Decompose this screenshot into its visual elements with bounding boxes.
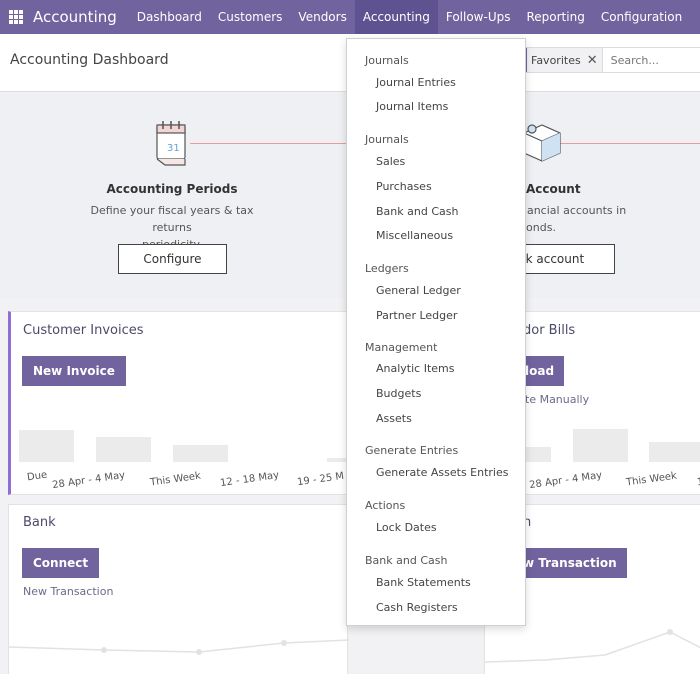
menu-item-journal-entries[interactable]: Journal Entries (376, 76, 456, 89)
nav-configuration[interactable]: Configuration (593, 0, 690, 34)
calendar-icon: 31 (156, 121, 186, 166)
create-manually-link[interactable]: te Manually (525, 393, 589, 406)
bank-balance-graph (9, 639, 349, 655)
new-transaction-link[interactable]: New Transaction (23, 585, 113, 598)
accounting-dropdown-menu: Journals Journal Entries Journal Items J… (346, 38, 526, 626)
x-tick-label: 28 Apr - 4 May (528, 469, 603, 492)
progress-connector-line (560, 143, 700, 144)
x-tick-label: 19 - 25 M (296, 470, 345, 489)
step-description-line: Define your fiscal years & tax returns (90, 204, 254, 234)
x-tick-label: 28 Apr - 4 May (51, 469, 126, 492)
step-title: Account (526, 182, 581, 196)
step-description: nancial accounts in conds. (520, 202, 640, 236)
x-tick-label: 12 - 18 May (219, 469, 280, 490)
chart-bar-due[interactable] (19, 430, 74, 462)
chart-bar-this-week[interactable] (173, 445, 228, 462)
nav-vendors[interactable]: Vendors (290, 0, 354, 34)
card-title[interactable]: dor Bills (523, 323, 575, 338)
progress-connector-line (190, 143, 346, 144)
menu-item-budgets[interactable]: Budgets (376, 387, 421, 400)
menu-item-miscellaneous[interactable]: Miscellaneous (376, 229, 453, 242)
menu-item-assets[interactable]: Assets (376, 412, 412, 425)
menu-header-bank-and-cash: Bank and Cash (365, 554, 448, 567)
page-title: Accounting Dashboard (10, 52, 169, 68)
menu-item-analytic-items[interactable]: Analytic Items (376, 362, 455, 375)
nav-reporting[interactable]: Reporting (518, 0, 592, 34)
bank-card: Bank Connect New Transaction (8, 504, 349, 674)
x-tick-label: 1 (696, 476, 700, 489)
card-title[interactable]: Customer Invoices (23, 323, 144, 338)
customer-invoices-card: Customer Invoices New Invoice Due 28 Apr… (8, 311, 351, 495)
menu-item-generate-assets-entries[interactable]: Generate Assets Entries (376, 466, 508, 479)
menu-header-journals: Journals (365, 133, 409, 146)
x-tick-label: Due (26, 469, 48, 484)
app-brand[interactable]: Accounting (33, 8, 117, 26)
nav-follow-ups[interactable]: Follow-Ups (438, 0, 519, 34)
step-bank-account: Account nancial accounts in conds. (520, 182, 640, 236)
menu-header-management: Management (365, 341, 438, 354)
menu-item-bank-statements[interactable]: Bank Statements (376, 576, 471, 589)
configure-button[interactable]: Configure (118, 244, 227, 274)
top-navbar: Accounting Dashboard Customers Vendors A… (0, 0, 700, 34)
x-tick-label: This Week (149, 470, 202, 489)
apps-menu-icon[interactable] (9, 10, 23, 24)
menu-item-sales[interactable]: Sales (376, 155, 405, 168)
menu-item-cash-registers[interactable]: Cash Registers (376, 601, 458, 614)
connect-button[interactable]: Connect (22, 548, 100, 578)
cash-balance-graph (485, 629, 700, 663)
nav-dashboard[interactable]: Dashboard (129, 0, 210, 34)
step-title: Accounting Periods (106, 182, 238, 196)
menu-item-lock-dates[interactable]: Lock Dates (376, 521, 437, 534)
menu-item-purchases[interactable]: Purchases (376, 180, 432, 193)
favorites-facet-label: Favorites (531, 53, 581, 67)
close-icon[interactable]: ✕ (587, 53, 598, 68)
favorites-facet: Favorites ✕ (527, 48, 603, 72)
step-description-line: conds. (520, 221, 556, 234)
menu-item-journal-items[interactable]: Journal Items (376, 100, 448, 113)
puzzle-icon (523, 124, 561, 162)
chart-bar-due[interactable] (525, 447, 551, 462)
menu-header-generate-entries: Generate Entries (365, 444, 459, 457)
nav-customers[interactable]: Customers (210, 0, 291, 34)
menu-item-general-ledger[interactable]: General Ledger (376, 284, 461, 297)
svg-text:31: 31 (167, 143, 180, 154)
nav-accounting[interactable]: Accounting (354, 0, 438, 34)
chart-bar-28-apr-4-may[interactable] (96, 437, 151, 462)
search-box[interactable]: Favorites ✕ (512, 47, 700, 73)
search-input[interactable] (610, 53, 681, 67)
card-title[interactable]: Bank (23, 515, 56, 530)
menu-header-ledgers: Ledgers (365, 262, 409, 275)
menu-header-actions: Actions (365, 499, 406, 512)
menu-item-partner-ledger[interactable]: Partner Ledger (376, 309, 457, 322)
chart-bar-this-week[interactable] (649, 442, 700, 462)
menu-header-journals: Journals (365, 54, 409, 67)
x-tick-label: This Week (625, 470, 678, 489)
step-accounting-periods: Accounting Periods Define your fiscal ye… (72, 182, 272, 253)
chart-bar-28-apr-4-may[interactable] (573, 429, 628, 462)
step-description-line: nancial accounts in (520, 204, 627, 217)
new-invoice-button[interactable]: New Invoice (22, 356, 126, 386)
menu-item-bank-and-cash[interactable]: Bank and Cash (376, 205, 458, 218)
